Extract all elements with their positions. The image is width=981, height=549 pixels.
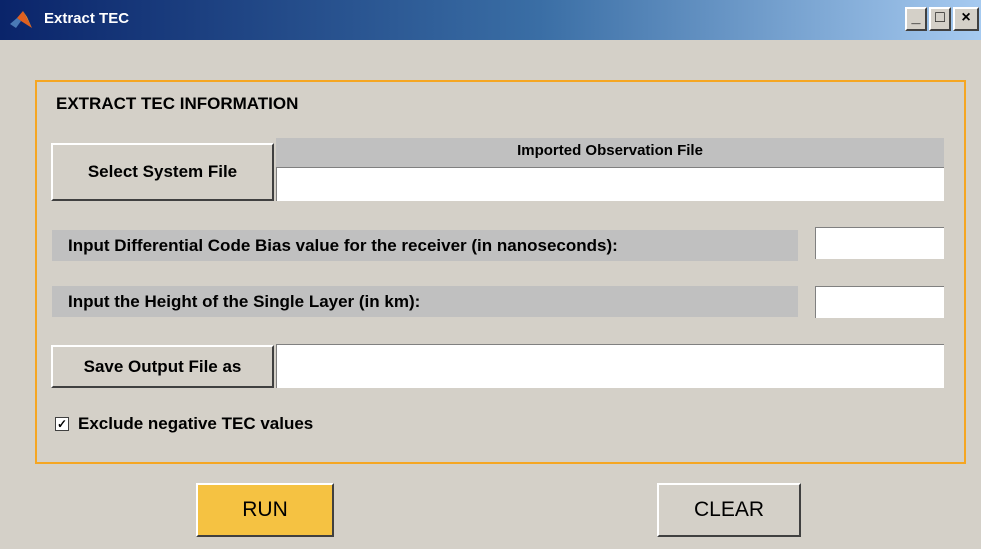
dcb-input[interactable] bbox=[815, 227, 944, 259]
minimize-button[interactable]: _ bbox=[905, 7, 927, 31]
exclude-negative-tec-label: Exclude negative TEC values bbox=[78, 414, 314, 433]
panel-title: EXTRACT TEC INFORMATION bbox=[56, 94, 299, 113]
exclude-negative-tec-checkbox[interactable]: ✓ bbox=[55, 417, 69, 431]
exclude-negative-tec-row[interactable]: ✓ Exclude negative TEC values bbox=[55, 414, 313, 434]
matlab-logo-icon bbox=[10, 11, 32, 28]
dcb-label: Input Differential Code Bias value for t… bbox=[52, 230, 798, 261]
maximize-button[interactable]: □ bbox=[929, 7, 951, 31]
select-system-file-button[interactable]: Select System File bbox=[51, 143, 274, 201]
title-bar[interactable]: Extract TEC _ □ × bbox=[0, 0, 981, 40]
clear-button[interactable]: CLEAR bbox=[657, 483, 801, 537]
layer-height-input[interactable] bbox=[815, 286, 944, 318]
imported-file-header: Imported Observation File bbox=[276, 138, 944, 167]
run-button[interactable]: RUN bbox=[196, 483, 334, 537]
window-title: Extract TEC bbox=[44, 10, 130, 27]
layer-height-label: Input the Height of the Single Layer (in… bbox=[52, 286, 798, 317]
save-output-file-button[interactable]: Save Output File as bbox=[51, 345, 274, 388]
imported-file-display bbox=[276, 167, 944, 201]
output-file-field[interactable] bbox=[276, 344, 944, 388]
close-button[interactable]: × bbox=[953, 7, 979, 31]
